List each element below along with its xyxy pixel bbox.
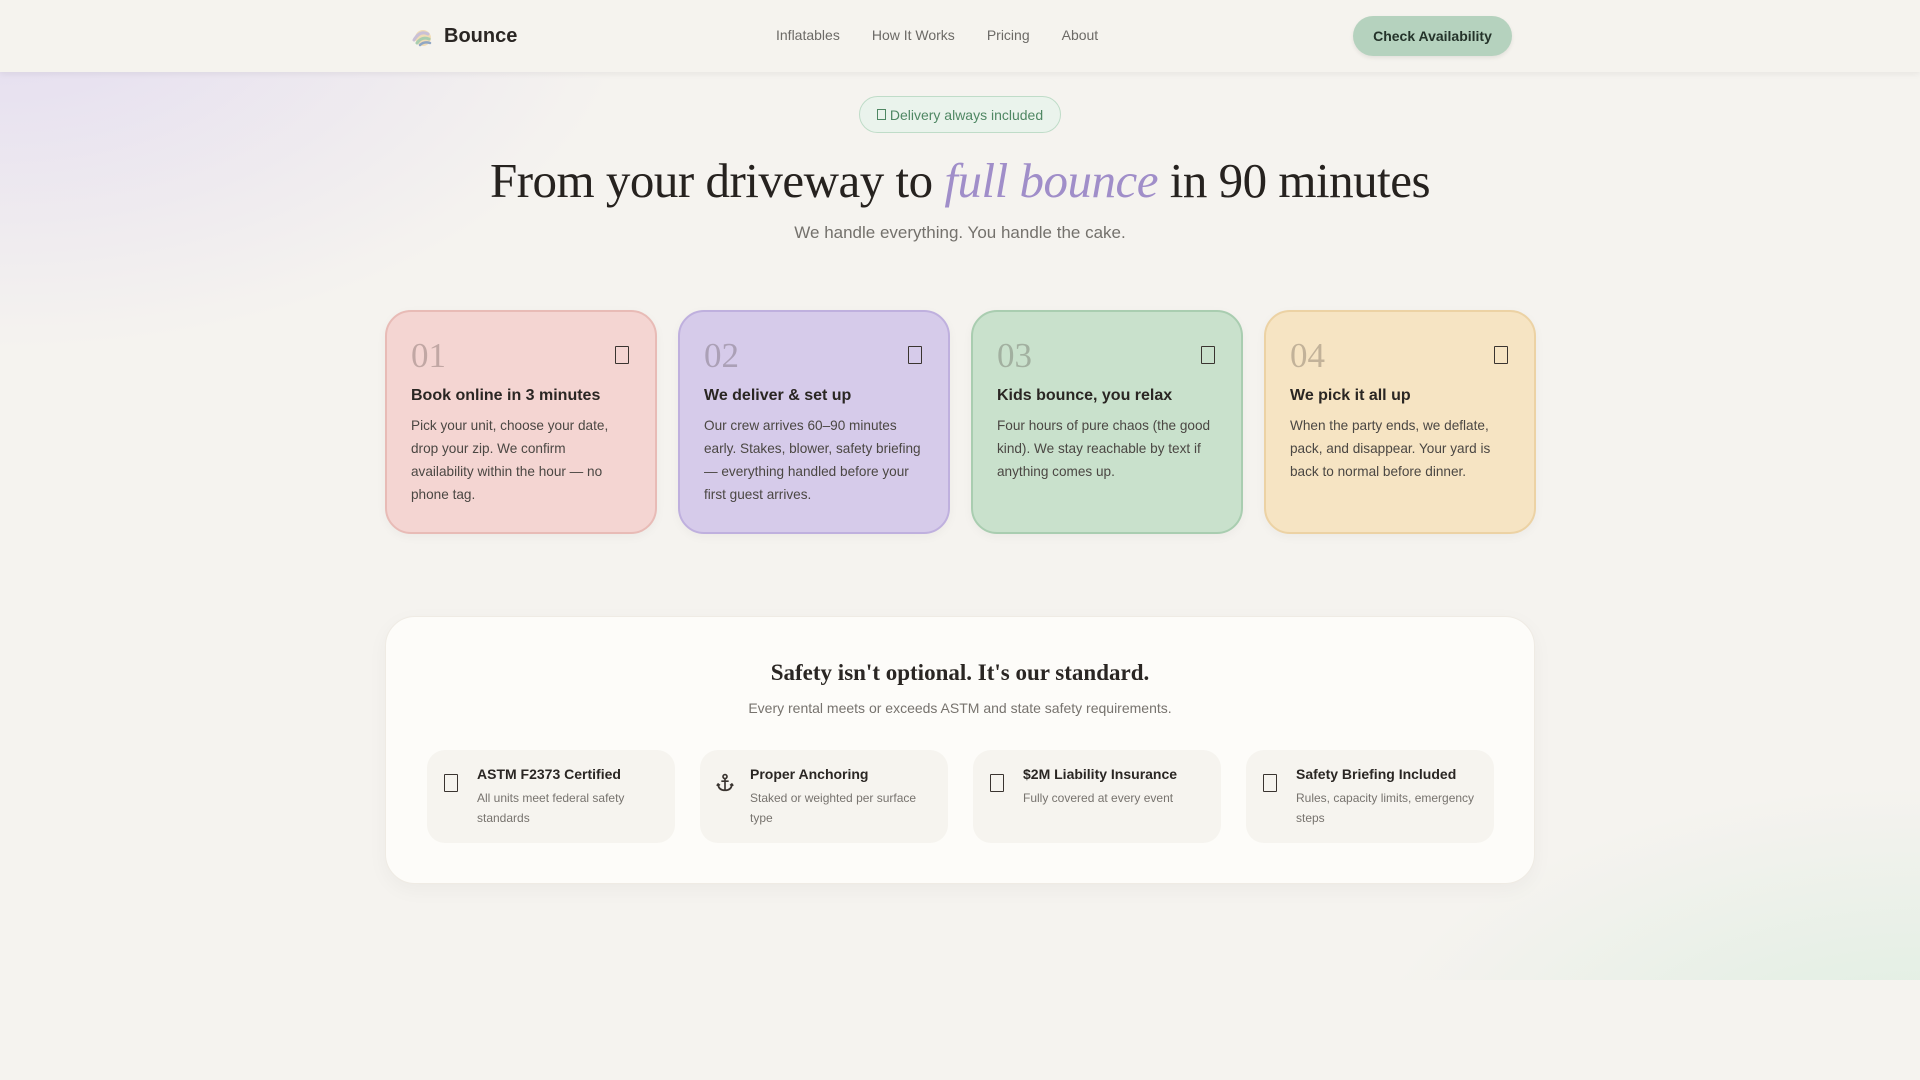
party-icon — [1201, 346, 1215, 364]
clipboard-icon — [1263, 774, 1277, 792]
safety-title: Safety isn't optional. It's our standard… — [770, 660, 1150, 685]
box-icon — [1494, 346, 1508, 364]
step-card-4: 04 We pick it all up When the party ends… — [1264, 310, 1536, 534]
feature-title: Proper Anchoring — [750, 766, 869, 782]
nav-link-inflatables[interactable]: Inflatables — [776, 27, 840, 43]
step-description: Pick your unit, choose your date, drop y… — [411, 418, 609, 502]
safety-section: Safety isn't optional. It's our standard… — [385, 616, 1535, 884]
step-card-1: 01 Book online in 3 minutes Pick your un… — [385, 310, 657, 534]
certificate-icon — [444, 774, 458, 792]
nav-links: Inflatables How It Works Pricing About — [776, 27, 1098, 43]
calendar-icon — [615, 346, 629, 364]
feature-description: Fully covered at every event — [1023, 791, 1174, 805]
how-it-works-steps: 01 Book online in 3 minutes Pick your un… — [385, 310, 1536, 534]
step-card-3: 03 Kids bounce, you relax Four hours of … — [971, 310, 1243, 534]
safety-subtitle: Every rental meets or exceeds ASTM and s… — [748, 700, 1172, 716]
safety-feature-anchoring: Proper Anchoring Staked or weighted per … — [700, 750, 948, 843]
nav-link-pricing[interactable]: Pricing — [987, 27, 1030, 43]
feature-title: ASTM F2373 Certified — [477, 766, 621, 782]
delivery-truck-icon — [908, 346, 922, 364]
feature-description: Staked or weighted per surface type — [750, 791, 917, 825]
feature-description: All units meet federal safety standards — [477, 791, 625, 825]
top-nav: Bounce Inflatables How It Works Pricing … — [0, 0, 1920, 72]
step-number: 04 — [1290, 336, 1325, 375]
feature-title: $2M Liability Insurance — [1023, 766, 1178, 782]
hero-title-end: in 90 minutes — [1158, 153, 1431, 208]
check-availability-button[interactable]: Check Availability — [1353, 16, 1512, 56]
nav-link-about[interactable]: About — [1062, 27, 1099, 43]
delivery-badge: Delivery always included — [859, 96, 1061, 133]
safety-feature-astm: ASTM F2373 Certified All units meet fede… — [427, 750, 675, 843]
step-number: 02 — [704, 336, 739, 375]
step-card-2: 02 We deliver & set up Our crew arrives … — [678, 310, 950, 534]
feature-description: Rules, capacity limits, emergency steps — [1296, 791, 1475, 825]
hero-subtitle: We handle everything. You handle the cak… — [794, 223, 1126, 242]
hero-title: From your driveway to full bounce in 90 … — [0, 152, 1920, 209]
page: Bounce Inflatables How It Works Pricing … — [0, 0, 1920, 1080]
step-title: We deliver & set up — [704, 387, 852, 404]
feature-title: Safety Briefing Included — [1296, 766, 1457, 782]
step-description: Our crew arrives 60–90 minutes early. St… — [704, 418, 921, 502]
shield-icon — [990, 774, 1004, 792]
step-title: We pick it all up — [1290, 387, 1411, 404]
hero-title-start: From your driveway to — [489, 153, 945, 208]
anchor-icon — [716, 773, 734, 792]
step-number: 03 — [997, 336, 1032, 375]
bounce-logo-icon — [412, 30, 432, 47]
step-description: Four hours of pure chaos (the good kind)… — [997, 418, 1211, 479]
hero-title-highlight: full bounce — [944, 153, 1158, 208]
safety-features: ASTM F2373 Certified All units meet fede… — [427, 750, 1494, 843]
brand-name: Bounce — [444, 24, 518, 47]
step-title: Kids bounce, you relax — [997, 387, 1173, 404]
delivery-badge-label: Delivery always included — [889, 106, 1044, 123]
step-description: When the party ends, we deflate, pack, a… — [1290, 418, 1491, 479]
safety-feature-insurance: $2M Liability Insurance Fully covered at… — [973, 750, 1221, 843]
brand[interactable]: Bounce — [410, 24, 517, 48]
safety-feature-briefing: Safety Briefing Included Rules, capacity… — [1246, 750, 1494, 843]
step-title: Book online in 3 minutes — [411, 387, 601, 404]
nav-link-how-it-works[interactable]: How It Works — [872, 27, 955, 43]
step-number: 01 — [411, 336, 446, 375]
truck-icon — [876, 109, 886, 120]
